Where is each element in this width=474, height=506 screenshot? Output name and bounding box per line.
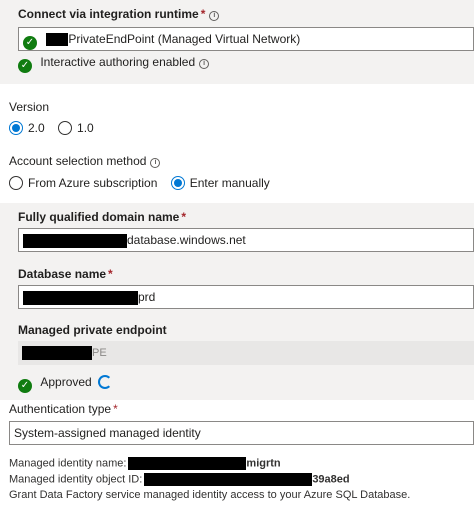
runtime-label: Connect via integration runtime * i [18, 7, 220, 21]
redacted-block [128, 457, 247, 470]
grant-access-text: Grant Data Factory service managed ident… [9, 489, 411, 501]
check-circle-icon: ✓ [23, 36, 37, 50]
info-icon[interactable]: i [199, 59, 210, 69]
account-method-radio-group: From Azure subscription Enter manually [9, 176, 280, 190]
database-label: Database name * [18, 267, 113, 281]
mpe-field: PE [18, 341, 474, 365]
radio-enter-manually[interactable] [170, 176, 185, 190]
redacted-block [23, 233, 127, 248]
account-method-label: Account selection method i [9, 154, 161, 168]
mpe-label: Managed private endpoint [18, 323, 167, 337]
fqdn-label: Fully qualified domain name * [18, 210, 187, 224]
info-icon[interactable]: i [209, 11, 220, 21]
identity-name-line: Managed identity name: migrtn [9, 457, 281, 470]
redacted-block [22, 346, 92, 361]
version-radio-2-0[interactable] [9, 121, 23, 135]
auth-dropdown[interactable]: System-assigned managed identity [9, 421, 474, 445]
refresh-icon[interactable] [97, 375, 112, 389]
redacted-block [144, 473, 313, 486]
runtime-status: ✓ Interactive authoring enabled i [18, 55, 210, 73]
runtime-dropdown[interactable]: ✓ PrivateEndPoint (Managed Virtual Netwo… [18, 27, 474, 51]
info-icon[interactable]: i [150, 158, 161, 168]
redacted-block [46, 33, 69, 47]
identity-object-line: Managed identity object ID: 39a8ed [9, 473, 350, 486]
version-radio-group: 2.0 1.0 [9, 121, 104, 135]
mpe-status: ✓ Approved [18, 375, 112, 393]
check-circle-icon: ✓ [18, 379, 32, 393]
redacted-block [23, 290, 138, 305]
version-label: Version [9, 100, 50, 114]
database-input[interactable]: prd [18, 285, 474, 309]
auth-label: Authentication type * [9, 402, 118, 416]
check-circle-icon: ✓ [18, 59, 32, 73]
radio-from-azure-subscription[interactable] [9, 176, 23, 190]
version-radio-1-0[interactable] [58, 121, 73, 135]
fqdn-input[interactable]: database.windows.net [18, 228, 474, 252]
